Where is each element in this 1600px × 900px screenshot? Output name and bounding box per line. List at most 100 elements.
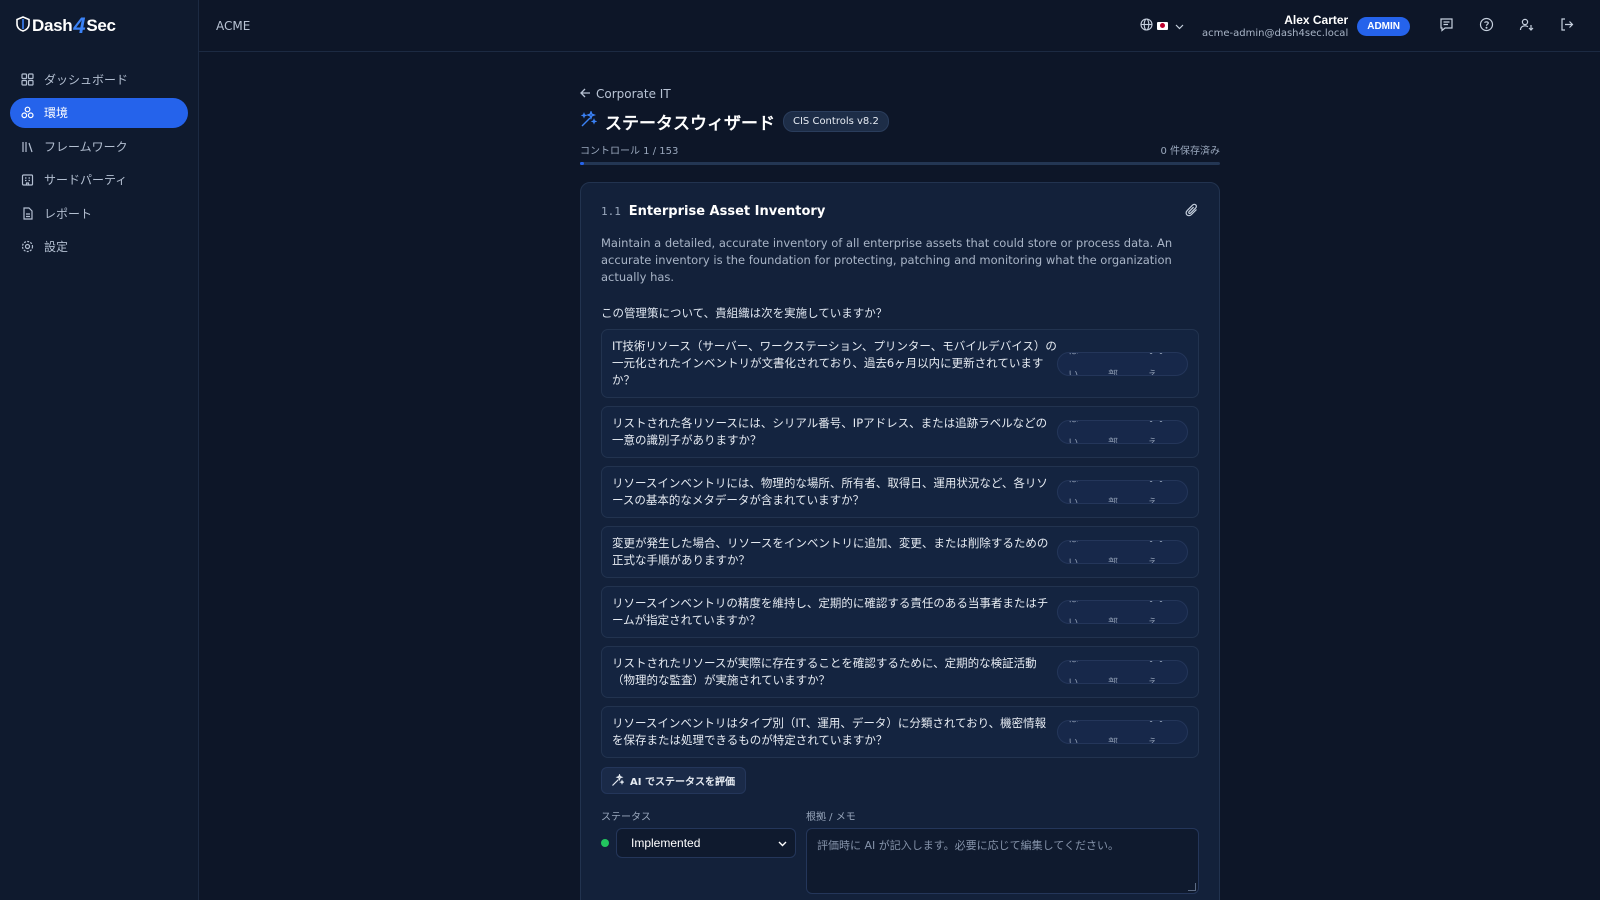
back-link[interactable]: Corporate IT — [580, 85, 1220, 103]
answer-no-button[interactable]: いいえ — [1138, 421, 1187, 443]
progress-row: コントロール 1 / 153 0 件保存済み — [580, 142, 1220, 157]
logout-icon — [1559, 17, 1574, 35]
answer-partial-button[interactable]: 一部 — [1098, 661, 1138, 683]
question-text: リソースインベントリの精度を維持し、定期的に確認する責任のある当事者またはチーム… — [612, 596, 1049, 627]
question-item: 変更が発生した場合、リソースをインベントリに追加、変更、または削除するための正式… — [601, 526, 1199, 578]
brand-name-right: Sec — [86, 16, 116, 35]
question-item: リソースインベントリはタイプ別（IT、運用、データ）に分類されており、機密情報を… — [601, 706, 1199, 758]
chevron-down-icon — [1175, 19, 1184, 33]
progress-bar — [580, 162, 1220, 165]
notes-placeholder: 評価時に AI が記入します。必要に応じて編集してください。 — [817, 839, 1120, 852]
answer-no-button[interactable]: いいえ — [1138, 353, 1187, 375]
logout-button[interactable] — [1546, 11, 1586, 41]
brand-name-left: Dash — [32, 16, 73, 35]
help-button[interactable] — [1466, 11, 1506, 41]
control-id: 1.1 — [601, 205, 621, 218]
user-name: Alex Carter — [1284, 13, 1349, 27]
answer-yes-button[interactable]: はい — [1058, 541, 1098, 563]
third-party-icon — [20, 173, 34, 187]
progress-bar-fill — [580, 162, 585, 165]
control-progress-label: コントロール 1 / 153 — [580, 146, 679, 157]
control-header: 1.1 Enterprise Asset Inventory — [601, 203, 1199, 220]
notes-field: 根拠 / メモ 評価時に AI が記入します。必要に応じて編集してください。 — [806, 808, 1199, 894]
brand-name-bolt: 4 — [73, 13, 86, 38]
question-text: リストされたリソースが実際に存在することを確認するために、定期的な検証活動（物理… — [612, 656, 1037, 687]
answer-segmented-control: はい一部いいえ — [1057, 600, 1188, 624]
ai-evaluate-label: AI でステータスを評価 — [630, 777, 735, 788]
question-text: IT技術リソース（サーバー、ワークステーション、プリンター、モバイルデバイス）の… — [612, 339, 1057, 387]
question-text: リソースインベントリには、物理的な場所、所有者、取得日、運用状況など、各リソース… — [612, 476, 1048, 507]
answer-yes-button[interactable]: はい — [1058, 421, 1098, 443]
question-text: リストされた各リソースには、シリアル番号、IPアドレス、または追跡ラベルなどの一… — [612, 416, 1048, 447]
page-title: ステータスウィザード — [605, 113, 775, 134]
answer-partial-button[interactable]: 一部 — [1098, 541, 1138, 563]
answer-partial-button[interactable]: 一部 — [1098, 721, 1138, 743]
question-item: リストされたリソースが実際に存在することを確認するために、定期的な検証活動（物理… — [601, 646, 1199, 698]
answer-segmented-control: はい一部いいえ — [1057, 660, 1188, 684]
sidebar-item-label: 設定 — [44, 240, 69, 254]
shield-icon — [16, 15, 30, 37]
question-prompt: この管理策について、貴組織は次を実施していますか？ — [601, 306, 888, 320]
control-description: Maintain a detailed, accurate inventory … — [601, 236, 1173, 284]
answer-segmented-control: はい一部いいえ — [1057, 720, 1188, 744]
globe-icon — [1140, 18, 1153, 34]
framework-icon — [20, 139, 34, 153]
sidebar-item-dashboard[interactable]: ダッシュボード — [10, 64, 188, 94]
status-dot — [601, 839, 609, 847]
paperclip-icon[interactable] — [1185, 203, 1199, 220]
japan-flag-icon — [1157, 22, 1169, 30]
sidebar-item-label: フレームワーク — [44, 139, 128, 154]
answer-yes-button[interactable]: はい — [1058, 601, 1098, 623]
sidebar-item-report[interactable]: レポート — [10, 198, 188, 228]
answer-partial-button[interactable]: 一部 — [1098, 353, 1138, 375]
wand-sparkle-icon — [580, 109, 598, 131]
notes-textarea[interactable]: 評価時に AI が記入します。必要に応じて編集してください。 — [806, 828, 1199, 894]
answer-no-button[interactable]: いいえ — [1138, 481, 1187, 503]
sparkle-icon — [611, 774, 624, 787]
answer-yes-button[interactable]: はい — [1058, 661, 1098, 683]
sidebar-item-label: ダッシュボード — [44, 72, 129, 87]
answer-partial-button[interactable]: 一部 — [1098, 481, 1138, 503]
answer-segmented-control: はい一部いいえ — [1057, 420, 1188, 444]
question-text: リソースインベントリはタイプ別（IT、運用、データ）に分類されており、機密情報を… — [612, 716, 1047, 747]
answer-segmented-control: はい一部いいえ — [1057, 540, 1188, 564]
messages-button[interactable] — [1426, 11, 1466, 41]
answer-yes-button[interactable]: はい — [1058, 481, 1098, 503]
sidebar-item-label: 環境 — [44, 106, 69, 120]
switch-user-button[interactable] — [1506, 11, 1546, 41]
control-card: 1.1 Enterprise Asset Inventory Maintain … — [580, 182, 1220, 900]
control-title: Enterprise Asset Inventory — [628, 204, 826, 219]
report-icon — [20, 206, 34, 220]
org-name[interactable]: ACME — [216, 19, 250, 33]
brand-logo[interactable]: Dash 4 Sec — [0, 0, 198, 52]
top-bar: ACME Alex Carter acme-admin@dash4sec.loc… — [199, 0, 1600, 52]
message-icon — [1439, 17, 1454, 35]
status-select-value: Implemented — [631, 836, 701, 850]
answer-no-button[interactable]: いいえ — [1138, 661, 1187, 683]
sidebar-item-third-party[interactable]: サードパーティ — [10, 165, 188, 195]
answer-yes-button[interactable]: はい — [1058, 353, 1098, 375]
answer-no-button[interactable]: いいえ — [1138, 721, 1187, 743]
sidebar: Dash 4 Sec ダッシュボード 環境 フレームワーク サードパーティ レポ… — [0, 0, 199, 900]
sidebar-nav: ダッシュボード 環境 フレームワーク サードパーティ レポート 設定 — [0, 52, 198, 277]
main-content: Corporate IT ステータスウィザード CIS Controls v8.… — [580, 85, 1220, 900]
language-selector[interactable] — [1140, 18, 1184, 34]
saved-count-label: 0 件保存済み — [1160, 146, 1220, 157]
answer-partial-button[interactable]: 一部 — [1098, 601, 1138, 623]
answer-no-button[interactable]: いいえ — [1138, 541, 1187, 563]
status-field: ステータス Implemented — [601, 808, 806, 894]
user-email: acme-admin@dash4sec.local — [1202, 28, 1349, 39]
answer-segmented-control: はい一部いいえ — [1057, 351, 1188, 376]
sidebar-item-framework[interactable]: フレームワーク — [10, 131, 188, 161]
sidebar-item-settings[interactable]: 設定 — [10, 232, 188, 262]
answer-yes-button[interactable]: はい — [1058, 721, 1098, 743]
status-select[interactable]: Implemented — [616, 828, 796, 858]
answer-no-button[interactable]: いいえ — [1138, 601, 1187, 623]
answer-partial-button[interactable]: 一部 — [1098, 421, 1138, 443]
role-badge: ADMIN — [1357, 16, 1410, 36]
sidebar-item-label: サードパーティ — [44, 173, 128, 187]
ai-evaluate-button[interactable]: AI でステータスを評価 — [601, 767, 746, 794]
user-info[interactable]: Alex Carter acme-admin@dash4sec.local — [1202, 13, 1348, 39]
resize-handle-icon[interactable] — [1188, 883, 1196, 891]
sidebar-item-environment[interactable]: 環境 — [10, 97, 188, 128]
